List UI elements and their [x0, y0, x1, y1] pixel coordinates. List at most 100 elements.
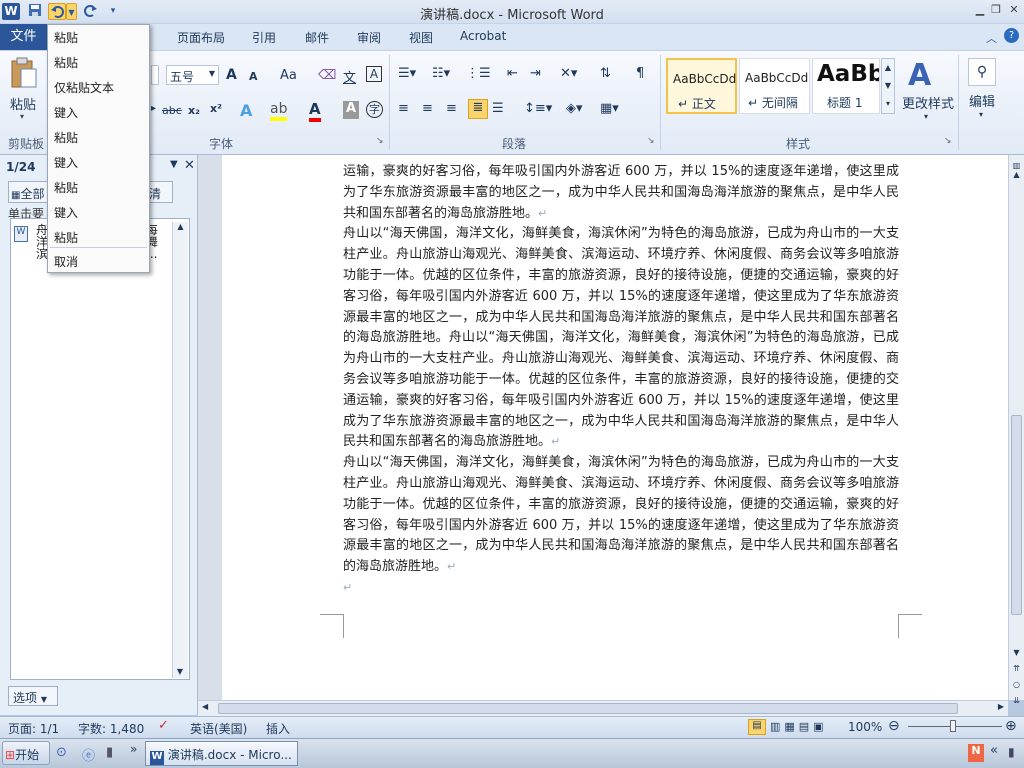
ruler-toggle-icon[interactable]: ▥ [1009, 161, 1024, 170]
status-words[interactable]: 字数: 1,480 [78, 720, 144, 737]
paste-button[interactable]: 粘贴 [10, 94, 36, 113]
styles-scroll[interactable]: ▲ ▼ ▾ [881, 58, 895, 114]
decrease-indent-icon[interactable]: ⇤ [507, 66, 518, 81]
tab-references[interactable]: 引用 [252, 29, 276, 46]
style-no-spacing[interactable]: AaBbCcDd ↵ 无间隔 [739, 58, 810, 114]
tray-app-icon[interactable]: N [968, 744, 984, 762]
find-icon[interactable]: ⚲ [968, 58, 996, 86]
paste-dropdown-icon[interactable]: ▾ [20, 112, 24, 121]
font-name-field[interactable] [151, 65, 159, 85]
tab-mailings[interactable]: 邮件 [305, 29, 329, 46]
font-color-icon[interactable]: A [309, 100, 321, 122]
multilevel-list-icon[interactable]: ⋮☰ [466, 66, 491, 81]
menu-item-paste[interactable]: 粘贴 [54, 229, 78, 246]
help-icon[interactable]: ? [1004, 28, 1019, 43]
clear-button[interactable]: 清空 [146, 181, 173, 203]
options-button[interactable]: 选项 ▼ [8, 686, 58, 706]
text-effects-icon[interactable]: A [240, 101, 252, 120]
align-right-icon[interactable]: ≡ [446, 101, 457, 116]
browse-buttons[interactable]: ▼ ⇈ ○ ⇊ [1009, 645, 1024, 709]
quicklaunch-more-icon[interactable]: » [130, 742, 137, 756]
show-marks-icon[interactable]: ¶ [636, 66, 644, 81]
editing-button[interactable]: 编辑 [969, 91, 995, 110]
strikethrough-button[interactable]: abc [162, 104, 182, 117]
nav-scrollbar[interactable]: ▲ ▼ [172, 222, 188, 678]
increase-indent-icon[interactable]: ⇥ [530, 66, 541, 81]
distributed-icon[interactable]: ☰ [492, 101, 504, 116]
menu-item-paste[interactable]: 粘贴 [54, 54, 78, 71]
style-heading1[interactable]: AaBb 标题 1 [812, 58, 880, 114]
zoom-out-icon[interactable]: ⊖ [888, 718, 900, 734]
menu-item-typing[interactable]: 键入 [54, 204, 78, 221]
proofing-icon[interactable]: ✓ [158, 718, 169, 733]
quicklaunch-browser-icon[interactable]: ⓔ [82, 745, 95, 764]
editing-dropdown-icon[interactable]: ▾ [979, 110, 983, 119]
taskbar-word-item[interactable]: W 演讲稿.docx - Micro... [145, 741, 298, 766]
highlight-icon[interactable]: ab [270, 101, 288, 121]
styles-launcher-icon[interactable]: ↘ [944, 136, 952, 146]
line-spacing-icon[interactable]: ↕≡▾ [524, 101, 552, 116]
zoom-slider-thumb[interactable] [950, 720, 956, 732]
zoom-level[interactable]: 100% [848, 720, 882, 734]
close-icon[interactable]: ✕ [1006, 3, 1022, 17]
strikethrough-icon[interactable]: ▸ [151, 103, 156, 114]
restore-icon[interactable]: ❐ [988, 3, 1004, 17]
change-styles-button[interactable]: 更改样式 [902, 93, 954, 112]
align-center-icon[interactable]: ≡ [422, 101, 433, 116]
scroll-thumb[interactable] [1011, 415, 1022, 615]
tray-clock-icon[interactable]: ▮ [1008, 745, 1015, 759]
font-launcher-icon[interactable]: ↘ [376, 136, 384, 146]
menu-item-typing[interactable]: 键入 [54, 104, 78, 121]
justify-icon[interactable]: ≣ [468, 99, 488, 119]
status-mode[interactable]: 插入 [266, 720, 290, 737]
chinese-layout-icon[interactable]: ✕▾ [560, 66, 577, 81]
subscript-icon[interactable]: x₂ [188, 104, 200, 117]
change-styles-icon[interactable]: A [908, 58, 931, 93]
start-button[interactable]: ⊞开始 [2, 741, 50, 765]
nav-close-icon[interactable]: ✕ [184, 158, 195, 173]
document-body[interactable]: 运输，豪爽的好客习俗，每年吸引国内外游客近 600 万，并以 15%的速度逐年递… [343, 162, 899, 599]
print-layout-view-icon[interactable]: ▤ [748, 719, 766, 735]
style-normal[interactable]: AaBbCcDd ↵ 正文 [666, 58, 737, 114]
menu-item-cancel[interactable]: 取消 [54, 253, 78, 270]
horizontal-scrollbar[interactable]: ◀ ▶ [198, 700, 1008, 716]
zoom-in-icon[interactable]: ⊕ [1005, 718, 1017, 734]
menu-item-paste[interactable]: 粘贴 [54, 179, 78, 196]
tab-page-layout[interactable]: 页面布局 [177, 29, 225, 46]
paste-icon[interactable] [10, 57, 38, 92]
menu-item-typing[interactable]: 键入 [54, 154, 78, 171]
quicklaunch-app-icon[interactable]: ▮ [106, 745, 113, 760]
search-all-button[interactable]: ▦全部 [8, 181, 52, 203]
menu-item-paste[interactable]: 粘贴 [54, 129, 78, 146]
shrink-font-button[interactable]: A [249, 70, 258, 83]
char-border-icon[interactable]: A [366, 66, 382, 82]
enclose-char-icon[interactable]: 字 [366, 101, 383, 118]
borders-icon[interactable]: ▦▾ [600, 101, 619, 116]
scroll-left-icon[interactable]: ◀ [202, 702, 208, 711]
paragraph-launcher-icon[interactable]: ↘ [647, 136, 655, 146]
vertical-scrollbar[interactable]: ▥ ▲ ▼ ⇈ ○ ⇊ [1008, 155, 1024, 705]
char-shading-icon[interactable]: A [343, 101, 359, 119]
status-page[interactable]: 页面: 1/1 [8, 720, 59, 737]
minimize-icon[interactable]: ▁ [972, 3, 988, 17]
change-case-button[interactable]: Aa [280, 68, 297, 83]
view-buttons[interactable]: ▥▦▤▣ [770, 720, 828, 733]
scroll-up-icon[interactable]: ▲ [1009, 170, 1024, 179]
tray-expand-icon[interactable]: « [990, 743, 998, 758]
align-left-icon[interactable]: ≡ [398, 101, 409, 116]
shading-icon[interactable]: ◈▾ [566, 101, 583, 116]
sort-icon[interactable]: ⇅ [600, 66, 611, 81]
clear-format-icon[interactable]: ⌫ [318, 68, 336, 83]
quicklaunch-ie-icon[interactable]: ⊙ [56, 745, 67, 760]
tab-view[interactable]: 视图 [409, 29, 433, 46]
bullets-icon[interactable]: ☰▾ [398, 66, 416, 81]
numbering-icon[interactable]: ☷▾ [432, 66, 450, 81]
font-size-field[interactable]: 五号 ▼ [166, 65, 219, 85]
tab-review[interactable]: 审阅 [357, 29, 381, 46]
tab-file[interactable]: 文件 [0, 24, 47, 50]
grow-font-button[interactable]: A [226, 67, 237, 83]
tab-acrobat[interactable]: Acrobat [460, 29, 506, 43]
h-scroll-thumb[interactable] [218, 703, 958, 714]
collapse-ribbon-icon[interactable]: ︿ [986, 30, 997, 46]
scroll-right-icon[interactable]: ▶ [998, 702, 1004, 711]
